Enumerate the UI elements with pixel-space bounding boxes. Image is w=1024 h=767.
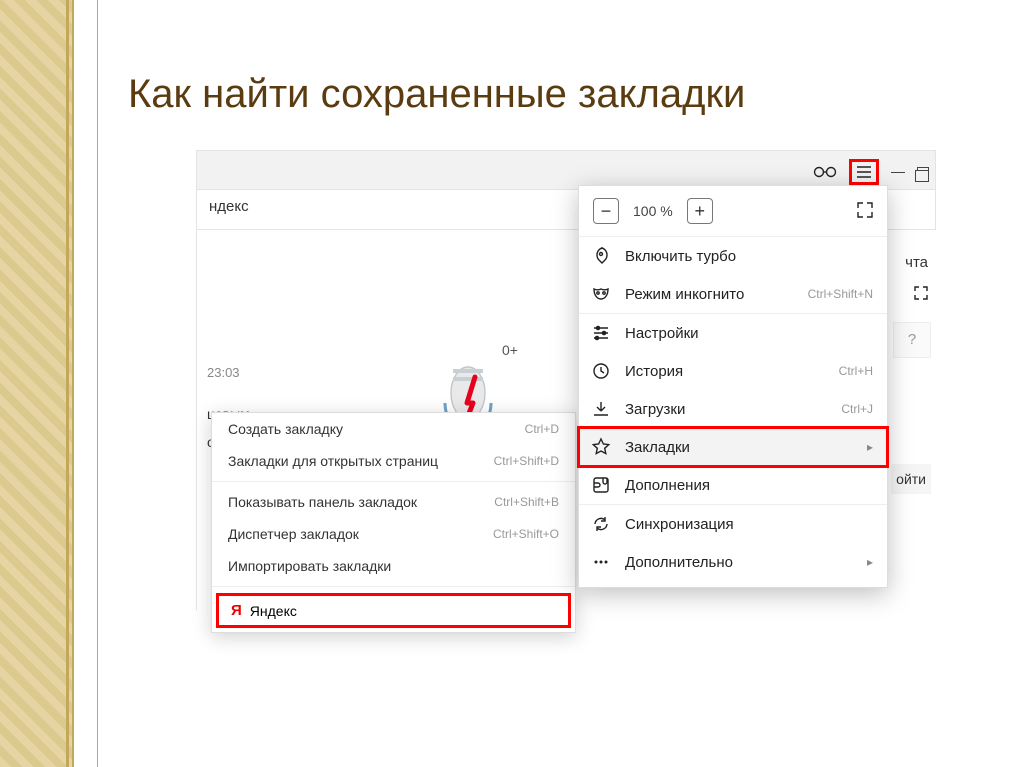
submenu-item-label: Диспетчер закладок bbox=[228, 526, 359, 542]
menu-item-label: Загрузки bbox=[625, 401, 827, 418]
help-box[interactable]: ? bbox=[893, 322, 931, 358]
menu-item-label: Закладки bbox=[625, 439, 853, 456]
submenu-item-shortcut: Ctrl+D bbox=[525, 422, 559, 436]
time-label: 23:03 bbox=[207, 365, 240, 380]
submenu-item-label: Создать закладку bbox=[228, 421, 343, 437]
page-right-column: чта ? ойти bbox=[888, 230, 936, 610]
menu-item-label: Синхронизация bbox=[625, 516, 873, 533]
window-restore-button[interactable] bbox=[917, 167, 929, 177]
menu-item-dots[interactable]: Дополнительно ▸ bbox=[579, 543, 887, 581]
submenu-item-shortcut: Ctrl+Shift+B bbox=[494, 495, 559, 509]
fullscreen-button[interactable] bbox=[857, 202, 873, 221]
chevron-right-icon: ▸ bbox=[867, 440, 873, 454]
submenu-item-label: Импортировать закладки bbox=[228, 558, 391, 574]
window-minimize-button[interactable] bbox=[891, 172, 905, 173]
menu-item-label: История bbox=[625, 363, 825, 380]
fullscreen-icon[interactable] bbox=[914, 286, 928, 303]
menu-item-shortcut: Ctrl+H bbox=[839, 364, 873, 378]
submenu-item-shortcut: Ctrl+Shift+D bbox=[494, 454, 559, 468]
rocket-icon bbox=[591, 246, 611, 266]
mask-icon bbox=[591, 284, 611, 304]
submenu-item[interactable]: Создать закладку Ctrl+D bbox=[212, 413, 575, 445]
mail-link-fragment[interactable]: чта bbox=[905, 254, 928, 271]
slide-title: Как найти сохраненные закладки bbox=[128, 72, 745, 117]
bookmark-yandex-label: Яндекс bbox=[250, 603, 297, 619]
menu-item-mask[interactable]: Режим инкогнито Ctrl+Shift+N bbox=[579, 275, 887, 313]
menu-item-label: Включить турбо bbox=[625, 248, 873, 265]
menu-item-label: Режим инкогнито bbox=[625, 286, 794, 303]
puzzle-icon bbox=[591, 475, 611, 495]
bookmarks-submenu: Создать закладку Ctrl+D Закладки для откры… bbox=[211, 412, 576, 633]
slide-decor-border bbox=[0, 0, 96, 767]
submenu-item-label: Показывать панель закладок bbox=[228, 494, 417, 510]
star-icon bbox=[591, 437, 611, 457]
menu-item-label: Настройки bbox=[625, 325, 873, 342]
chevron-right-icon: ▸ bbox=[867, 555, 873, 569]
menu-item-shortcut: Ctrl+Shift+N bbox=[808, 287, 873, 301]
submenu-item[interactable]: Закладки для открытых страниц Ctrl+Shift+… bbox=[212, 445, 575, 477]
download-icon bbox=[591, 399, 611, 419]
submenu-item-label: Закладки для открытых страниц bbox=[228, 453, 438, 469]
tab-title-fragment: ндекс bbox=[209, 198, 249, 215]
zoom-value: 100 % bbox=[633, 203, 673, 219]
main-menu-button[interactable] bbox=[849, 159, 879, 185]
submenu-separator bbox=[212, 481, 575, 482]
submenu-item-shortcut: Ctrl+Shift+O bbox=[493, 527, 559, 541]
screenshot-stage: ндекс 23:03 0+ цовым» оссии Столица Арге… bbox=[196, 150, 936, 610]
menu-item-star[interactable]: Закладки ▸ bbox=[579, 428, 887, 466]
menu-item-label: Дополнения bbox=[625, 477, 873, 494]
reader-mode-icon[interactable] bbox=[813, 166, 837, 178]
sync-icon bbox=[591, 514, 611, 534]
bookmark-yandex-item[interactable]: Я Яндекс bbox=[216, 593, 571, 628]
menu-item-download[interactable]: Загрузки Ctrl+J bbox=[579, 390, 887, 428]
sliders-icon bbox=[591, 323, 611, 343]
menu-item-sync[interactable]: Синхронизация bbox=[579, 505, 887, 543]
menu-item-sliders[interactable]: Настройки bbox=[579, 314, 887, 352]
submenu-item[interactable]: Показывать панель закладок Ctrl+Shift+B bbox=[212, 486, 575, 518]
menu-item-history[interactable]: История Ctrl+H bbox=[579, 352, 887, 390]
zoom-row: − 100 % + bbox=[579, 186, 887, 236]
submenu-item[interactable]: Диспетчер закладок Ctrl+Shift+O bbox=[212, 518, 575, 550]
login-fragment[interactable]: ойти bbox=[891, 464, 931, 494]
main-menu-panel: − 100 % + Включить турбо Режим инкогнито C… bbox=[578, 185, 888, 588]
submenu-item[interactable]: Импортировать закладки bbox=[212, 550, 575, 582]
menu-item-rocket[interactable]: Включить турбо bbox=[579, 237, 887, 275]
dots-icon bbox=[591, 552, 611, 572]
browser-topbar bbox=[196, 150, 936, 190]
menu-item-puzzle[interactable]: Дополнения bbox=[579, 466, 887, 504]
zoom-in-button[interactable]: + bbox=[687, 198, 713, 224]
yandex-y-icon: Я bbox=[231, 602, 242, 619]
zoom-out-button[interactable]: − bbox=[593, 198, 619, 224]
menu-item-label: Дополнительно bbox=[625, 554, 853, 571]
history-icon bbox=[591, 361, 611, 381]
menu-item-shortcut: Ctrl+J bbox=[841, 402, 873, 416]
submenu-separator bbox=[212, 586, 575, 587]
